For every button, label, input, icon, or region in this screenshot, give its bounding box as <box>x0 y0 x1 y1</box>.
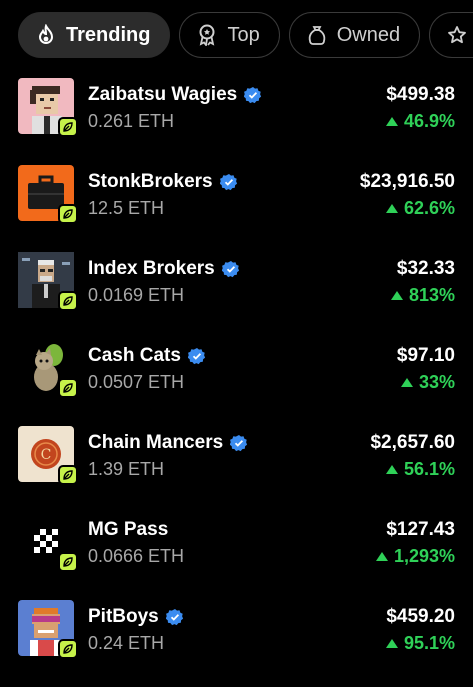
list-item[interactable]: Index Brokers 0.0169 ETH $32.33 813% <box>18 252 455 339</box>
tab-label: Trending <box>66 23 151 46</box>
list-item[interactable]: Cash Cats 0.0507 ETH $97.10 33% <box>18 339 455 426</box>
list-item[interactable]: C Chain Mancers 1.39 ETH $2,657.60 56.1% <box>18 426 455 513</box>
up-arrow-icon <box>385 465 398 474</box>
collection-thumbnail <box>18 600 78 659</box>
up-arrow-icon <box>385 639 398 648</box>
floor-price-usd: $97.10 <box>396 345 455 366</box>
collection-thumbnail <box>18 165 78 224</box>
svg-text:C: C <box>41 447 52 463</box>
flame-icon <box>35 24 57 46</box>
floor-price-eth: 0.0169 ETH <box>88 285 185 305</box>
list-item[interactable]: StonkBrokers 12.5 ETH $23,916.50 62.6% <box>18 165 455 252</box>
collection-thumbnail: C <box>18 426 78 485</box>
price-change: 56.1% <box>370 459 455 480</box>
collection-name: Chain Mancers <box>88 432 224 453</box>
change-percent: 46.9% <box>403 111 455 131</box>
verified-icon <box>221 260 240 278</box>
floor-price-eth: 0.261 ETH <box>88 111 175 131</box>
tab-label: Top <box>227 23 260 46</box>
ribbon-icon <box>196 24 218 46</box>
change-percent: 1,293% <box>393 546 455 566</box>
floor-price-usd: $32.33 <box>396 258 455 279</box>
verified-icon <box>165 608 184 626</box>
floor-price-usd: $127.43 <box>386 519 455 540</box>
collection-name: PitBoys <box>88 606 159 627</box>
verified-icon <box>187 347 206 365</box>
change-percent: 813% <box>408 285 455 305</box>
price-change: 813% <box>390 285 455 306</box>
collection-thumbnail <box>18 339 78 398</box>
collection-name: Zaibatsu Wagies <box>88 84 238 105</box>
collection-list: Zaibatsu Wagies 0.261 ETH $499.38 46.9% … <box>18 78 455 687</box>
leaf-badge-icon <box>58 639 78 659</box>
floor-price-eth: 12.5 ETH <box>88 198 165 218</box>
up-arrow-icon <box>400 378 413 387</box>
collection-name: MG Pass <box>88 519 169 540</box>
change-percent: 33% <box>418 372 455 392</box>
leaf-badge-icon <box>58 552 78 572</box>
tab-label: Owned <box>336 23 401 46</box>
up-arrow-icon <box>375 552 388 561</box>
tab-owned[interactable]: Owned <box>288 12 421 58</box>
leaf-badge-icon <box>58 204 78 224</box>
verified-icon <box>243 86 262 104</box>
leaf-badge-icon <box>58 465 78 485</box>
list-item[interactable]: PitBoys 0.24 ETH $459.20 95.1% <box>18 600 455 687</box>
up-arrow-icon <box>390 291 403 300</box>
leaf-badge-icon <box>58 117 78 137</box>
price-change: 46.9% <box>385 111 455 132</box>
leaf-badge-icon <box>58 291 78 311</box>
floor-price-usd: $459.20 <box>386 606 455 627</box>
collection-name: StonkBrokers <box>88 171 213 192</box>
verified-icon <box>229 434 248 452</box>
leaf-badge-icon <box>58 378 78 398</box>
up-arrow-icon <box>385 117 398 126</box>
tab-trending[interactable]: Trending <box>18 12 171 58</box>
change-percent: 62.6% <box>403 198 455 218</box>
up-arrow-icon <box>385 204 398 213</box>
collection-thumbnail <box>18 252 78 311</box>
price-change: 1,293% <box>375 546 455 567</box>
filter-tabs: Trending Top Owned <box>18 12 473 58</box>
collection-name: Index Brokers <box>88 258 215 279</box>
price-change: 33% <box>397 372 455 393</box>
floor-price-eth: 0.0507 ETH <box>88 372 185 392</box>
floor-price-eth: 0.24 ETH <box>88 633 165 653</box>
tab-watchlist[interactable] <box>429 12 473 58</box>
star-icon <box>446 24 468 46</box>
floor-price-usd: $2,657.60 <box>370 432 455 453</box>
list-item[interactable]: MG Pass 0.0666 ETH $127.43 1,293% <box>18 513 455 600</box>
collection-name: Cash Cats <box>88 345 181 366</box>
collection-thumbnail <box>18 513 78 572</box>
floor-price-usd: $23,916.50 <box>359 171 455 192</box>
price-change: 95.1% <box>385 633 455 654</box>
list-item[interactable]: Zaibatsu Wagies 0.261 ETH $499.38 46.9% <box>18 78 455 165</box>
floor-price-usd: $499.38 <box>386 84 455 105</box>
change-percent: 95.1% <box>403 633 455 653</box>
price-change: 62.6% <box>360 198 455 219</box>
floor-price-eth: 1.39 ETH <box>88 459 165 479</box>
floor-price-eth: 0.0666 ETH <box>88 546 185 566</box>
verified-icon <box>219 173 238 191</box>
tab-top[interactable]: Top <box>179 12 280 58</box>
collection-thumbnail <box>18 78 78 137</box>
bag-icon <box>306 24 328 46</box>
change-percent: 56.1% <box>403 459 455 479</box>
